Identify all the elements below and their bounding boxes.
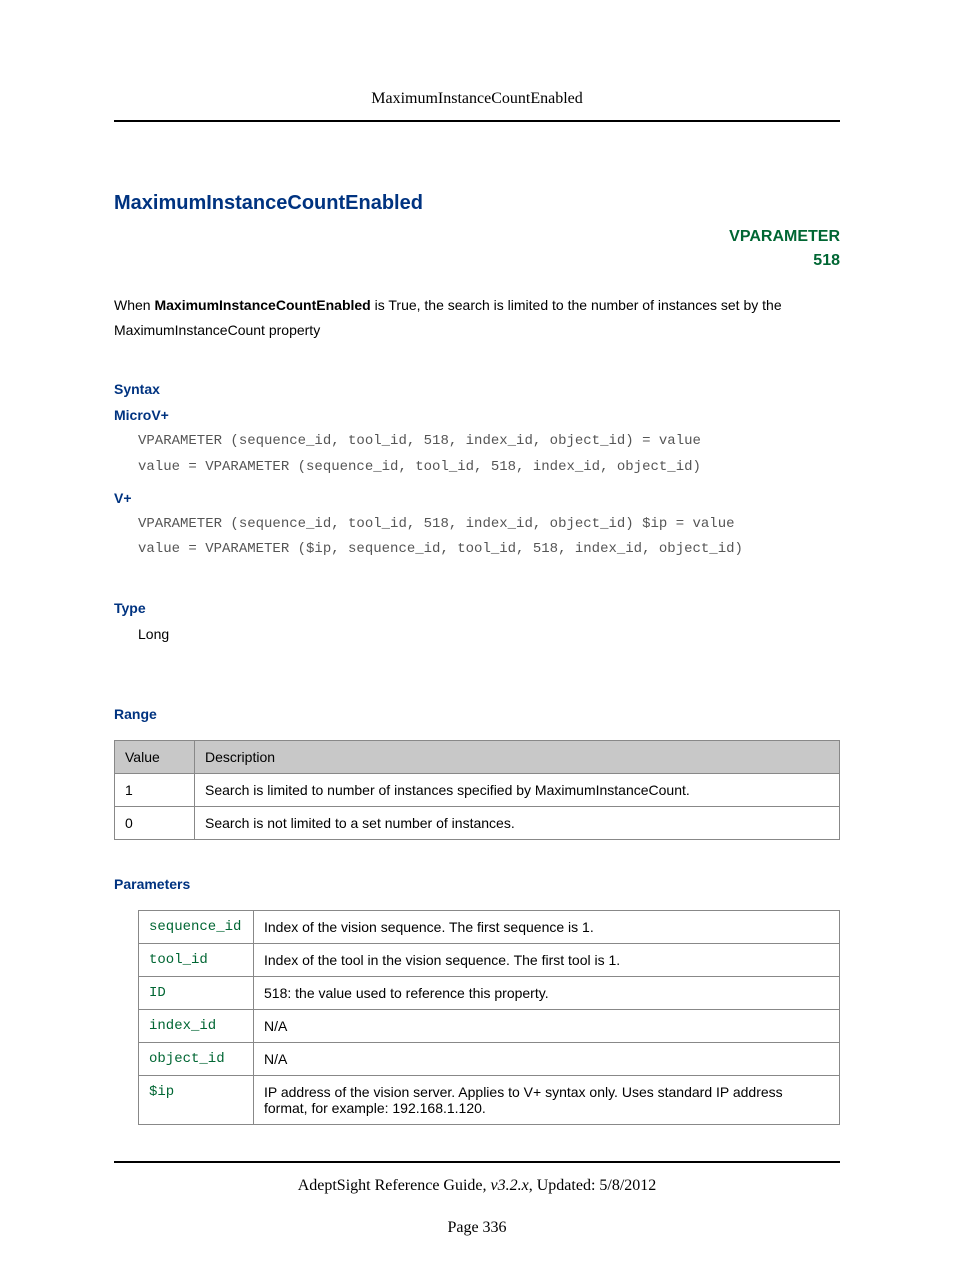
microv-label: MicroV+ xyxy=(114,407,840,423)
param-name: $ip xyxy=(139,1076,254,1125)
param-desc: Index of the tool in the vision sequence… xyxy=(254,944,840,977)
table-row: ID 518: the value used to reference this… xyxy=(139,977,840,1010)
intro-text-pre: When xyxy=(114,297,154,313)
parameters-table: sequence_id Index of the vision sequence… xyxy=(138,910,840,1125)
param-desc: 518: the value used to reference this pr… xyxy=(254,977,840,1010)
vplus-code: VPARAMETER (sequence_id, tool_id, 518, i… xyxy=(114,512,840,562)
vparameter-number: 518 xyxy=(114,249,840,273)
param-name: object_id xyxy=(139,1043,254,1076)
type-value: Long xyxy=(114,626,840,642)
footer-guide: AdeptSight Reference Guide xyxy=(298,1177,483,1194)
main-heading: MaximumInstanceCountEnabled xyxy=(114,192,840,215)
table-row: tool_id Index of the tool in the vision … xyxy=(139,944,840,977)
range-table: Value Description 1 Search is limited to… xyxy=(114,740,840,840)
param-desc: N/A xyxy=(254,1043,840,1076)
range-label: Range xyxy=(114,706,840,722)
parameters-label: Parameters xyxy=(114,876,840,892)
table-row: 1 Search is limited to number of instanc… xyxy=(115,774,840,807)
table-row: sequence_id Index of the vision sequence… xyxy=(139,911,840,944)
page-footer: AdeptSight Reference Guide, v3.2.x, Upda… xyxy=(114,1161,840,1237)
table-row: object_id N/A xyxy=(139,1043,840,1076)
microv-code: VPARAMETER (sequence_id, tool_id, 518, i… xyxy=(114,429,840,479)
vparameter-label: VPARAMETER xyxy=(114,225,840,249)
range-cell-value: 1 xyxy=(115,774,195,807)
range-cell-desc: Search is not limited to a set number of… xyxy=(195,807,840,840)
range-header-value: Value xyxy=(115,741,195,774)
range-cell-desc: Search is limited to number of instances… xyxy=(195,774,840,807)
footer-updated: , Updated: 5/8/2012 xyxy=(529,1177,657,1194)
range-header-desc: Description xyxy=(195,741,840,774)
table-row: $ip IP address of the vision server. App… xyxy=(139,1076,840,1125)
footer-sep: , xyxy=(483,1177,491,1194)
intro-bold: MaximumInstanceCountEnabled xyxy=(154,297,370,313)
param-name: ID xyxy=(139,977,254,1010)
vplus-label: V+ xyxy=(114,490,840,506)
page-header-title: MaximumInstanceCountEnabled xyxy=(114,90,840,122)
param-name: sequence_id xyxy=(139,911,254,944)
param-desc: IP address of the vision server. Applies… xyxy=(254,1076,840,1125)
param-name: index_id xyxy=(139,1010,254,1043)
param-name: tool_id xyxy=(139,944,254,977)
footer-page-number: Page 336 xyxy=(114,1219,840,1237)
table-row: 0 Search is not limited to a set number … xyxy=(115,807,840,840)
footer-guide-line: AdeptSight Reference Guide, v3.2.x, Upda… xyxy=(114,1177,840,1195)
type-label: Type xyxy=(114,600,840,616)
range-cell-value: 0 xyxy=(115,807,195,840)
table-header-row: Value Description xyxy=(115,741,840,774)
param-desc: Index of the vision sequence. The first … xyxy=(254,911,840,944)
intro-paragraph: When MaximumInstanceCountEnabled is True… xyxy=(114,293,840,343)
param-desc: N/A xyxy=(254,1010,840,1043)
vparameter-badge: VPARAMETER 518 xyxy=(114,225,840,273)
table-row: index_id N/A xyxy=(139,1010,840,1043)
syntax-label: Syntax xyxy=(114,381,840,397)
footer-version: v3.2.x xyxy=(491,1177,529,1194)
